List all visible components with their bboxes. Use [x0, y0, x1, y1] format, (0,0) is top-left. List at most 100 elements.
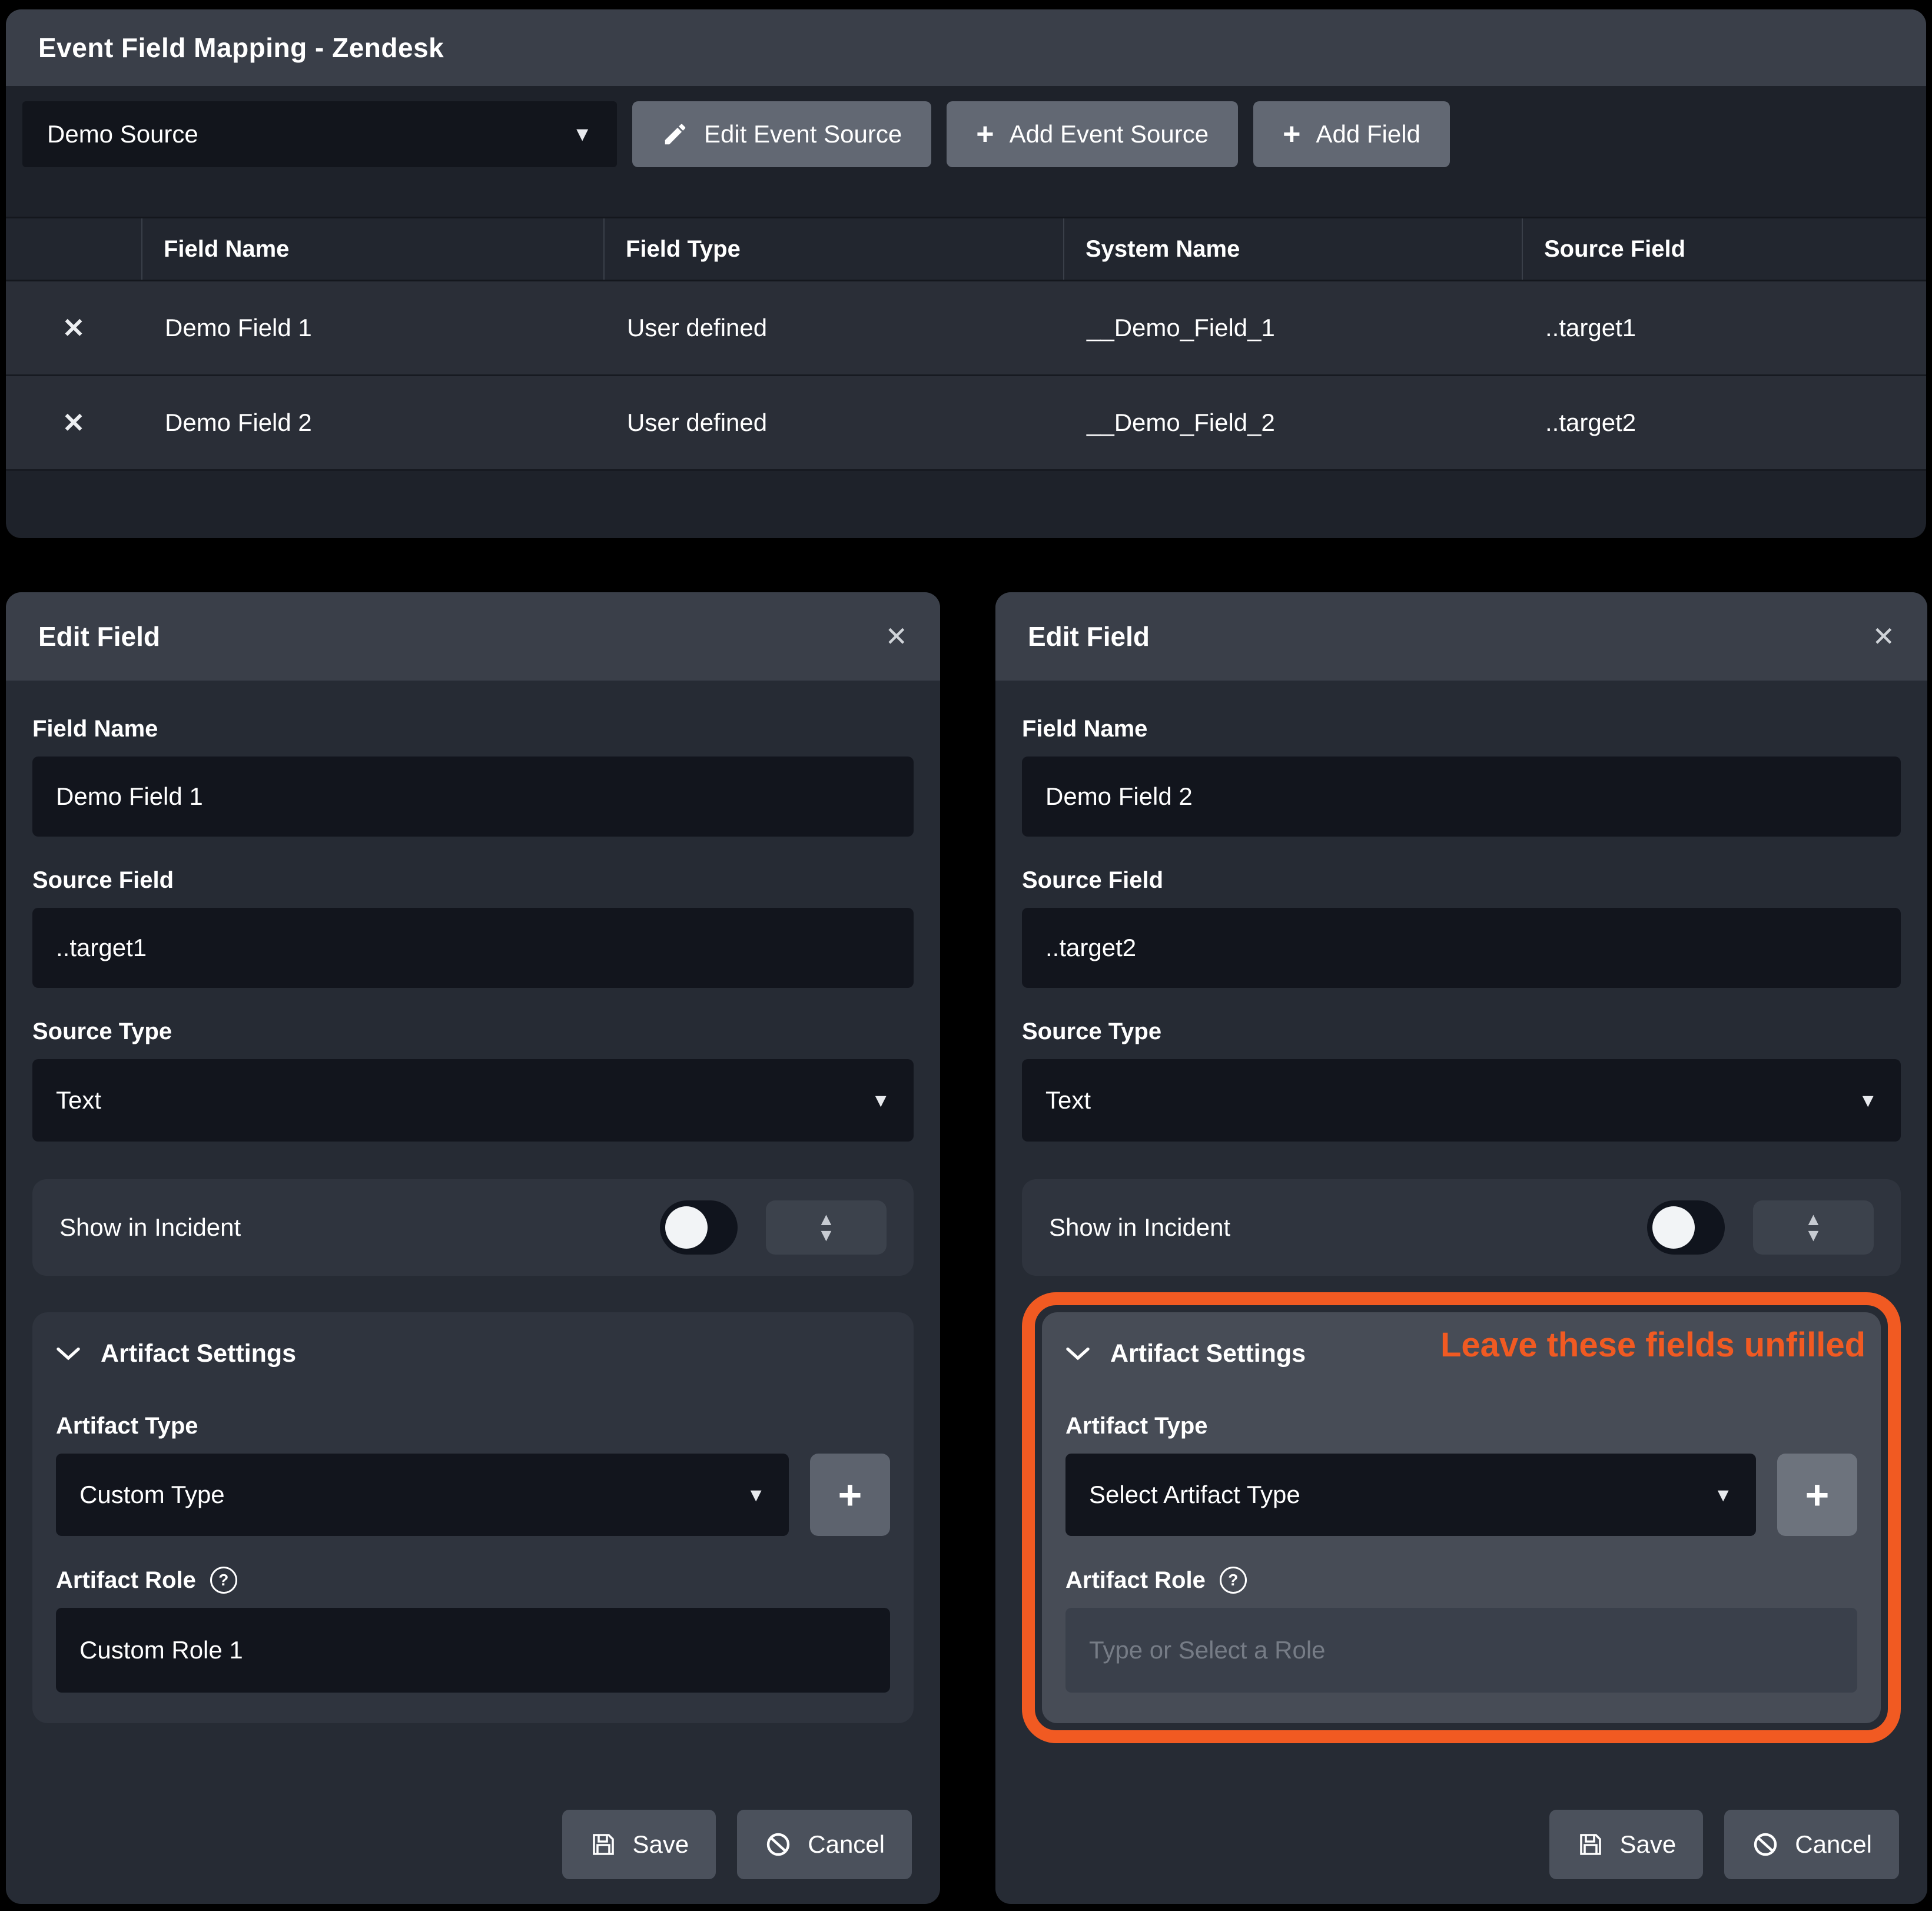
- show-in-incident-toggle[interactable]: [1647, 1200, 1725, 1255]
- source-type-select[interactable]: Text ▼: [32, 1059, 914, 1142]
- field-name-label: Field Name: [1022, 716, 1901, 742]
- add-field-button[interactable]: + Add Field: [1253, 101, 1450, 167]
- table-row[interactable]: ✕ Demo Field 1 User defined __Demo_Field…: [6, 281, 1926, 376]
- add-event-source-label: Add Event Source: [1010, 120, 1209, 148]
- order-stepper[interactable]: ▲ ▼: [766, 1200, 887, 1255]
- dialog-body: Field Name Source Field Source Type Text…: [6, 681, 940, 1904]
- event-field-mapping-window: Event Field Mapping - Zendesk Demo Sourc…: [6, 9, 1926, 538]
- add-artifact-type-button[interactable]: +: [1777, 1454, 1857, 1536]
- close-icon[interactable]: ✕: [885, 621, 908, 652]
- event-source-select[interactable]: Demo Source ▼: [22, 101, 617, 167]
- delete-row-icon[interactable]: ✕: [62, 407, 85, 439]
- cell-field-name: Demo Field 1: [141, 281, 603, 374]
- help-icon[interactable]: ?: [210, 1567, 237, 1594]
- edit-field-dialog-1: Edit Field ✕ Field Name Source Field Sou…: [6, 592, 940, 1904]
- chevron-down-icon: ▼: [871, 1090, 890, 1112]
- artifact-type-value: Select Artifact Type: [1089, 1481, 1300, 1509]
- header-system-name: System Name: [1063, 218, 1522, 280]
- add-event-source-button[interactable]: + Add Event Source: [947, 101, 1238, 167]
- edit-event-source-label: Edit Event Source: [704, 120, 902, 148]
- artifact-role-label-text: Artifact Role: [1065, 1567, 1206, 1594]
- table-row[interactable]: ✕ Demo Field 2 User defined __Demo_Field…: [6, 376, 1926, 471]
- artifact-type-select[interactable]: Custom Type ▼: [56, 1454, 789, 1536]
- artifact-role-label-text: Artifact Role: [56, 1567, 196, 1594]
- artifact-type-label: Artifact Type: [56, 1413, 890, 1439]
- field-table-header: Field Name Field Type System Name Source…: [6, 217, 1926, 281]
- delete-row-icon[interactable]: ✕: [62, 312, 85, 344]
- cell-system-name: __Demo_Field_1: [1063, 281, 1522, 374]
- close-icon[interactable]: ✕: [1872, 621, 1895, 652]
- save-button[interactable]: Save: [1549, 1810, 1704, 1879]
- edit-field-dialog-2: Edit Field ✕ Field Name Source Field Sou…: [995, 592, 1927, 1904]
- source-type-select[interactable]: Text ▼: [1022, 1059, 1901, 1142]
- show-in-incident-label: Show in Incident: [1049, 1213, 1230, 1242]
- annotation-text: Leave these fields unfilled: [1440, 1325, 1865, 1365]
- toggle-knob: [665, 1206, 708, 1249]
- header-field-type: Field Type: [603, 218, 1063, 280]
- edit-event-source-button[interactable]: Edit Event Source: [632, 101, 931, 167]
- toggle-knob: [1652, 1206, 1695, 1249]
- save-icon: [1576, 1830, 1605, 1859]
- artifact-settings-title: Artifact Settings: [1110, 1339, 1306, 1368]
- chevron-down-icon: ▼: [1714, 1484, 1732, 1506]
- dialog-header: Edit Field ✕: [6, 592, 940, 681]
- add-field-label: Add Field: [1316, 120, 1420, 148]
- save-label: Save: [1620, 1830, 1677, 1859]
- artifact-type-select[interactable]: Select Artifact Type ▼: [1065, 1454, 1756, 1536]
- header-source-field: Source Field: [1522, 218, 1926, 280]
- source-field-input[interactable]: [1022, 908, 1901, 988]
- dialog-actions: Save Cancel: [1549, 1810, 1899, 1879]
- cell-field-type: User defined: [603, 376, 1063, 469]
- artifact-settings-panel: Leave these fields unfilled Artifact Set…: [1042, 1312, 1881, 1723]
- source-type-label: Source Type: [32, 1018, 914, 1045]
- artifact-type-label: Artifact Type: [1065, 1413, 1857, 1439]
- cell-field-name: Demo Field 2: [141, 376, 603, 469]
- dialog-body: Field Name Source Field Source Type Text…: [995, 681, 1927, 1904]
- toolbar: Demo Source ▼ Edit Event Source + Add Ev…: [6, 86, 1926, 183]
- cancel-button[interactable]: Cancel: [737, 1810, 912, 1879]
- artifact-role-input[interactable]: [1065, 1608, 1857, 1693]
- header-delete-column: [6, 218, 141, 280]
- cancel-icon: [1751, 1830, 1780, 1859]
- source-field-label: Source Field: [32, 867, 914, 894]
- stepper-up-icon: ▲: [1805, 1212, 1823, 1227]
- field-name-input[interactable]: [1022, 757, 1901, 837]
- show-in-incident-row: Show in Incident ▲ ▼: [1022, 1179, 1901, 1276]
- field-name-label: Field Name: [32, 716, 914, 742]
- show-in-incident-toggle[interactable]: [660, 1200, 738, 1255]
- save-icon: [589, 1830, 618, 1859]
- chevron-down-icon: [1065, 1347, 1090, 1361]
- show-in-incident-row: Show in Incident ▲ ▼: [32, 1179, 914, 1276]
- cancel-label: Cancel: [1795, 1830, 1872, 1859]
- artifact-role-label: Artifact Role ?: [1065, 1567, 1857, 1594]
- chevron-down-icon: ▼: [746, 1484, 765, 1506]
- dialog-title: Edit Field: [38, 621, 160, 652]
- source-type-value: Text: [56, 1086, 101, 1114]
- source-type-value: Text: [1045, 1086, 1091, 1114]
- source-field-input[interactable]: [32, 908, 914, 988]
- save-label: Save: [633, 1830, 689, 1859]
- artifact-role-input[interactable]: [56, 1608, 890, 1693]
- add-artifact-type-button[interactable]: +: [810, 1454, 890, 1536]
- source-type-label: Source Type: [1022, 1018, 1901, 1045]
- dialog-header: Edit Field ✕: [995, 592, 1927, 681]
- dialog-title: Edit Field: [1028, 621, 1150, 652]
- page-title: Event Field Mapping - Zendesk: [38, 32, 444, 64]
- artifact-settings-header[interactable]: Artifact Settings: [56, 1339, 890, 1368]
- field-name-input[interactable]: [32, 757, 914, 837]
- order-stepper[interactable]: ▲ ▼: [1753, 1200, 1874, 1255]
- chevron-down-icon: ▼: [572, 123, 592, 146]
- show-in-incident-label: Show in Incident: [59, 1213, 241, 1242]
- event-source-select-value: Demo Source: [47, 120, 198, 148]
- artifact-type-value: Custom Type: [79, 1481, 225, 1509]
- chevron-down-icon: ▼: [1858, 1090, 1877, 1112]
- save-button[interactable]: Save: [562, 1810, 716, 1879]
- cell-system-name: __Demo_Field_2: [1063, 376, 1522, 469]
- stepper-down-icon: ▼: [1805, 1227, 1823, 1243]
- cancel-button[interactable]: Cancel: [1724, 1810, 1899, 1879]
- help-icon[interactable]: ?: [1220, 1567, 1247, 1594]
- cell-source-field: ..target2: [1522, 376, 1926, 469]
- artifact-settings-panel: Artifact Settings Artifact Type Custom T…: [32, 1312, 914, 1723]
- cell-source-field: ..target1: [1522, 281, 1926, 374]
- artifact-settings-title: Artifact Settings: [101, 1339, 296, 1368]
